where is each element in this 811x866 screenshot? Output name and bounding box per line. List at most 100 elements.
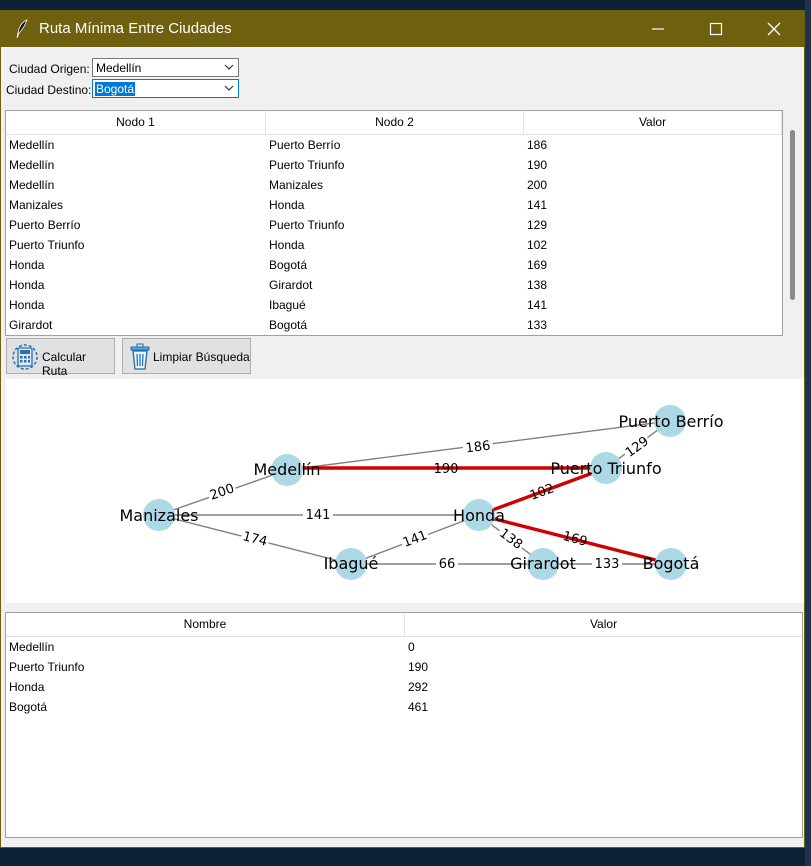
edge-label-66: 66 [439,557,456,572]
node-label-girardot: Girardot [510,554,576,573]
table-cell: Puerto Triunfo [269,218,345,232]
table-cell: Medellín [9,640,55,654]
chevron-down-icon [224,85,234,91]
app-window: Ruta Mínima Entre Ciudades Ciudad Origen… [0,10,805,848]
origin-label: Ciudad Origen: [9,62,90,76]
maximize-icon [709,22,723,36]
table-cell: Puerto Triunfo [9,238,85,252]
edge-label-141-honda-ibague: 141 [401,528,430,551]
route-graph: 186 129 190 200 102 141 141 174 138 169 … [119,405,724,580]
table-cell: Puerto Berrío [269,138,341,152]
table-row[interactable]: Bogotá 461 [6,697,802,717]
column-header-cost[interactable]: Valor [405,613,802,636]
node-label-manizales: Manizales [119,506,198,525]
column-header-node1[interactable]: Nodo 1 [6,111,266,134]
node-label-puerto-triunfo: Puerto Triunfo [550,459,661,478]
table-cell: 169 [527,258,548,272]
route-result-table[interactable]: Nombre Valor Medellín 0 Puerto Triunfo 190 H… [5,612,803,838]
node-label-medellin: Medellín [253,460,320,479]
edge-label-200: 200 [208,481,236,503]
table-cell: 141 [527,198,548,212]
calculate-route-label: Calcular Ruta [42,350,87,378]
table-row[interactable]: Honda Girardot 138 [6,275,782,295]
scrollbar-thumb[interactable] [790,130,795,300]
table-cell: 129 [527,218,548,232]
table-cell: Manizales [9,198,64,212]
table-cell: Bogotá [269,318,308,332]
minimize-button[interactable] [629,11,687,47]
edges-table-header: Nodo 1 Nodo 2 Valor [6,111,782,135]
table-cell: Honda [9,278,45,292]
destination-label: Ciudad Destino: [6,83,92,97]
table-cell: Puerto Triunfo [9,660,85,674]
origin-value: Medellín [96,61,142,75]
edge-label-169: 169 [561,529,589,550]
table-row[interactable]: Medellín Puerto Triunfo 190 [6,155,782,175]
table-cell: Honda [9,680,45,694]
close-button[interactable] [745,11,803,47]
node-label-ibague: Ibagué [324,554,379,573]
edges-table[interactable]: Nodo 1 Nodo 2 Valor Medellín Puerto Berrí… [5,110,783,336]
table-row[interactable]: Medellín Manizales 200 [6,175,782,195]
clear-search-button[interactable]: Limpiar Búsqueda [122,338,251,374]
table-cell: Medellín [9,158,55,172]
column-header-name[interactable]: Nombre [6,613,405,636]
table-cell: Medellín [9,178,55,192]
table-row[interactable]: Medellín 0 [6,637,802,657]
table-cell: Ibagué [269,298,306,312]
node-label-honda: Honda [453,506,505,525]
column-header-node2[interactable]: Nodo 2 [266,111,524,134]
table-cell: Girardot [269,278,313,292]
edge-label-141-manizales-honda: 141 [306,508,331,523]
maximize-button[interactable] [687,11,745,47]
table-row[interactable]: Manizales Honda 141 [6,195,782,215]
table-cell: Manizales [269,178,324,192]
node-label-bogota: Bogotá [643,554,700,573]
table-cell: Puerto Berrío [9,218,81,232]
edges-table-scrollbar[interactable] [785,110,799,336]
node-label-puerto-berrio: Puerto Berrío [618,412,723,431]
column-header-value[interactable]: Valor [524,111,782,134]
title-bar[interactable]: Ruta Mínima Entre Ciudades [1,11,804,47]
graph-canvas: 186 129 190 200 102 141 141 174 138 169 … [6,379,804,603]
table-row[interactable]: Puerto Triunfo Honda 102 [6,235,782,255]
table-cell: Honda [269,198,305,212]
origin-combobox[interactable]: Medellín [92,58,239,77]
window-title: Ruta Mínima Entre Ciudades [39,20,232,37]
table-cell: Honda [269,238,305,252]
edge-label-190: 190 [434,462,459,477]
edge-label-133: 133 [595,557,620,572]
table-cell: 200 [527,178,548,192]
table-cell: 141 [527,298,548,312]
table-cell: 102 [527,238,548,252]
calculator-icon [12,344,38,370]
table-cell: 190 [527,158,548,172]
feather-icon [16,19,28,39]
table-row[interactable]: Puerto Berrío Puerto Triunfo 129 [6,215,782,235]
desktop-divider [805,0,811,866]
table-row[interactable]: Girardot Bogotá 133 [6,315,782,335]
table-cell: Bogotá [269,258,308,272]
minimize-icon [652,28,664,30]
table-cell: Medellín [9,138,55,152]
destination-combobox[interactable]: Bogotá [92,79,239,98]
table-cell: Honda [9,298,45,312]
table-cell: Girardot [9,318,53,332]
table-row[interactable]: Honda Bogotá 169 [6,255,782,275]
table-cell: Puerto Triunfo [269,158,345,172]
table-cell: 292 [408,680,429,694]
table-row[interactable]: Honda Ibagué 141 [6,295,782,315]
table-cell: 0 [408,640,415,654]
table-row[interactable]: Honda 292 [6,677,802,697]
destination-value: Bogotá [95,82,136,96]
trash-icon [130,343,150,370]
edge-label-186: 186 [465,439,491,457]
result-table-header: Nombre Valor [6,613,802,637]
calculate-route-button[interactable]: Calcular Ruta [6,338,115,378]
table-cell: 133 [527,318,548,332]
table-cell: 190 [408,660,429,674]
table-row[interactable]: Puerto Triunfo 190 [6,657,802,677]
clear-search-label: Limpiar Búsqueda [153,350,250,364]
table-row[interactable]: Medellín Puerto Berrío 186 [6,135,782,155]
edge-label-102: 102 [528,481,556,504]
